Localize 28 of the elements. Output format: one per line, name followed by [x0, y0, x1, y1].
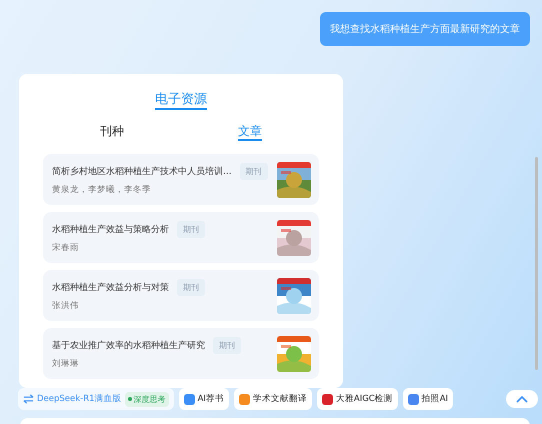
journal-tag: 期刊	[177, 279, 205, 296]
journal-tag: 期刊	[240, 163, 268, 180]
article-authors: 张洪伟	[52, 300, 80, 312]
article-title: 简析乡村地区水稻种植生产技术中人员培训...	[52, 166, 232, 178]
deep-thinking-badge: 深度思考	[124, 392, 169, 406]
article-authors: 黄泉龙，李梦曦，李冬季	[52, 184, 152, 196]
article-item[interactable]: 简析乡村地区水稻种植生产技术中人员培训... 期刊 黄泉龙，李梦曦，李冬季	[43, 154, 319, 205]
tool-button[interactable]: AI荐书	[178, 388, 229, 410]
tab[interactable]: 刊种	[100, 124, 124, 139]
journal-tag: 期刊	[177, 221, 205, 238]
article-title: 水稻种植生产效益与策略分析	[52, 224, 169, 236]
scrollbar[interactable]	[535, 157, 538, 370]
user-message: 我想查找水稻种植生产方面最新研究的文章	[320, 12, 530, 46]
article-authors: 刘琳琳	[52, 358, 80, 370]
chevron-up-icon	[516, 395, 528, 403]
article-item[interactable]: 基于农业推广效率的水稻种植生产研究 期刊 刘琳琳	[43, 328, 319, 379]
article-title: 基于农业推广效率的水稻种植生产研究	[52, 340, 205, 352]
tool-button[interactable]: 拍照AI	[402, 388, 454, 410]
swap-icon	[23, 394, 34, 404]
tool-button[interactable]: 学术文献翻译	[234, 388, 312, 410]
tool-button[interactable]: 大雅AIGC检测	[316, 388, 398, 410]
article-item[interactable]: 水稻种植生产效益分析与对策 期刊 张洪伟	[43, 270, 319, 321]
journal-tag: 期刊	[213, 337, 241, 354]
card-title: 电子资源	[155, 92, 207, 110]
scroll-up-button[interactable]	[506, 390, 538, 408]
article-authors: 宋春雨	[52, 242, 80, 254]
article-item[interactable]: 水稻种植生产效益与策略分析 期刊 宋春雨	[43, 212, 319, 263]
article-title: 水稻种植生产效益分析与对策	[52, 282, 169, 294]
